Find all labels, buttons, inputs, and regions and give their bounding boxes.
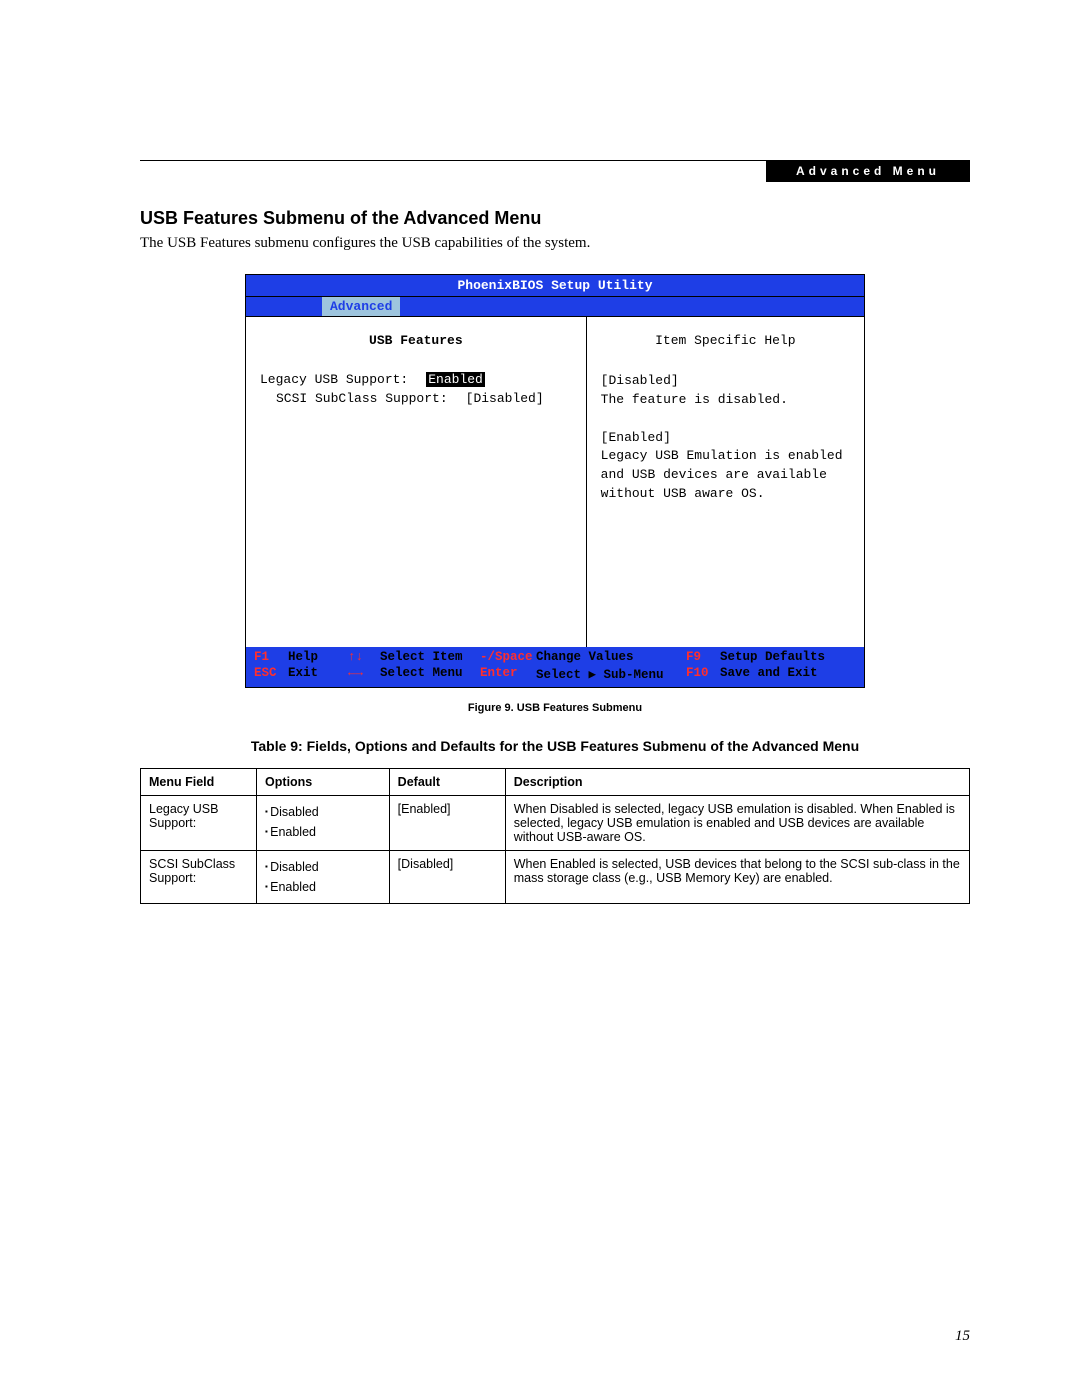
section-title: USB Features Submenu of the Advanced Men… [140, 208, 970, 229]
bios-tab-advanced[interactable]: Advanced [322, 297, 400, 316]
bios-help-title: Item Specific Help [601, 333, 850, 348]
option-item: Enabled [265, 822, 381, 842]
key-arrows-vertical: ↑↓ [348, 650, 380, 664]
table-row: Legacy USB Support: Disabled Enabled [En… [141, 796, 970, 851]
cell-description: When Disabled is selected, legacy USB em… [505, 796, 969, 851]
cell-options: Disabled Enabled [257, 796, 390, 851]
bios-field-label: SCSI SubClass Support: [276, 391, 448, 406]
cell-options: Disabled Enabled [257, 851, 390, 904]
option-item: Disabled [265, 802, 381, 822]
section-intro: The USB Features submenu configures the … [140, 235, 970, 252]
bios-field-legacy-usb[interactable]: Legacy USB Support: Enabled [260, 372, 572, 387]
bios-tabbar: Advanced [246, 297, 864, 317]
bios-left-title: USB Features [260, 333, 572, 348]
bios-help-text: [Disabled] The feature is disabled. [Ena… [601, 372, 850, 504]
key-f9: F9 [686, 650, 720, 664]
key-enter: Enter [480, 666, 536, 682]
bios-footer: F1 Help ↑↓ Select Item -/Space Change Va… [246, 647, 864, 687]
key-arrows-horizontal: ←→ [348, 666, 380, 682]
bios-field-value: [Disabled] [466, 391, 544, 406]
label-help: Help [288, 650, 348, 664]
label-select-submenu: Select ▶ Sub-Menu [536, 666, 686, 682]
bios-field-label: Legacy USB Support: [260, 372, 408, 387]
cell-menu-field: SCSI SubClass Support: [141, 851, 257, 904]
label-exit: Exit [288, 666, 348, 682]
bios-field-scsi-subclass[interactable]: SCSI SubClass Support: [Disabled] [260, 391, 572, 406]
col-options: Options [257, 769, 390, 796]
document-page: Advanced Menu USB Features Submenu of th… [0, 0, 1080, 1397]
figure-caption: Figure 9. USB Features Submenu [140, 702, 970, 714]
bios-screenshot: PhoenixBIOS Setup Utility Advanced USB F… [245, 274, 865, 688]
page-number: 15 [955, 1328, 970, 1345]
cell-description: When Enabled is selected, USB devices th… [505, 851, 969, 904]
label-setup-defaults: Setup Defaults [720, 650, 856, 664]
cell-menu-field: Legacy USB Support: [141, 796, 257, 851]
bios-title: PhoenixBIOS Setup Utility [246, 275, 864, 297]
option-item: Disabled [265, 857, 381, 877]
header-label: Advanced Menu [766, 160, 970, 182]
label-select-menu: Select Menu [380, 666, 480, 682]
cell-default: [Enabled] [389, 796, 505, 851]
col-default: Default [389, 769, 505, 796]
header-band: Advanced Menu [140, 160, 970, 182]
key-f1: F1 [254, 650, 288, 664]
col-description: Description [505, 769, 969, 796]
bios-field-value: Enabled [426, 372, 485, 387]
label-select-item: Select Item [380, 650, 480, 664]
table-title: Table 9: Fields, Options and Defaults fo… [140, 738, 970, 754]
table-header-row: Menu Field Options Default Description [141, 769, 970, 796]
option-item: Enabled [265, 877, 381, 897]
label-save-exit: Save and Exit [720, 666, 856, 682]
bios-left-pane: USB Features Legacy USB Support: Enabled… [246, 317, 587, 647]
key-minus-space: -/Space [480, 650, 536, 664]
bios-help-pane: Item Specific Help [Disabled] The featur… [587, 317, 864, 647]
key-f10: F10 [686, 666, 720, 682]
spec-table: Menu Field Options Default Description L… [140, 768, 970, 904]
cell-default: [Disabled] [389, 851, 505, 904]
label-change-values: Change Values [536, 650, 686, 664]
table-row: SCSI SubClass Support: Disabled Enabled … [141, 851, 970, 904]
col-menu-field: Menu Field [141, 769, 257, 796]
key-esc: ESC [254, 666, 288, 682]
